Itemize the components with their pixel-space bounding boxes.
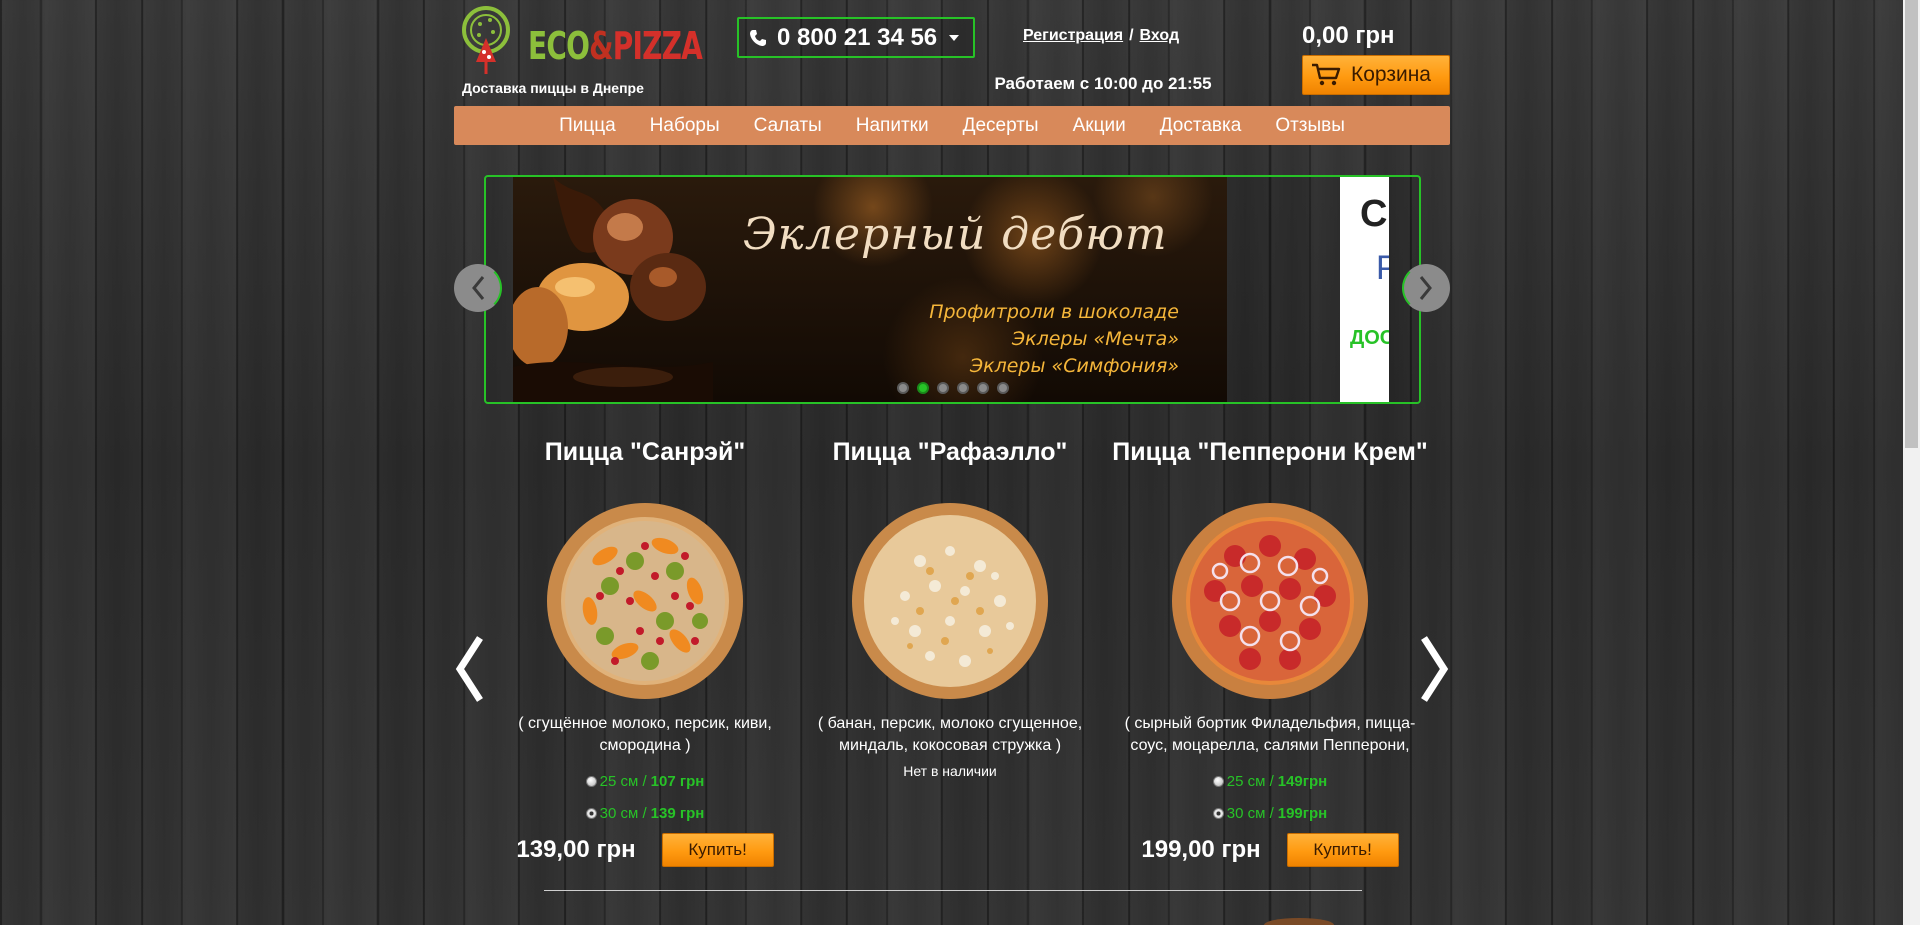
product-title[interactable]: Пицца "Пепперони Крем"	[1110, 438, 1430, 467]
buy-row: 139,00 грн Купить!	[485, 833, 805, 867]
cart-icon	[1312, 63, 1341, 86]
product-card: Пицца "Пепперони Крем" ( сырный бортик Ф…	[1110, 438, 1430, 867]
next-product-image-peek	[1264, 918, 1334, 925]
working-hours: Работаем с 10:00 до 21:55	[994, 74, 1212, 93]
page-container: ECO&PIZZA Доставка пиццы в Днепре 0 800 …	[454, 0, 1450, 925]
out-of-stock-label: Нет в наличии	[903, 763, 997, 779]
login-link[interactable]: Вход	[1140, 27, 1180, 44]
slider-dot[interactable]	[897, 382, 909, 394]
size-radio[interactable]	[585, 775, 597, 787]
slider-dot[interactable]	[957, 382, 969, 394]
section-divider	[544, 890, 1362, 891]
next-slide-text: Р	[1376, 249, 1389, 287]
size-price: 139 грн	[650, 804, 705, 822]
slide-text: Профитроли в шоколаде Эклеры «Мечта» Экл…	[929, 299, 1179, 380]
chevron-down-icon	[949, 34, 960, 41]
product-title[interactable]: Пицца "Санрэй"	[485, 438, 805, 467]
tagline: Доставка пиццы в Днепре	[462, 80, 644, 96]
auth-links: Регистрация / Вход	[1023, 27, 1179, 45]
size-radio-checked[interactable]	[585, 807, 597, 819]
buy-button[interactable]: Купить!	[661, 833, 774, 867]
slider-dot[interactable]	[937, 382, 949, 394]
pizza-image[interactable]	[850, 501, 1050, 701]
slider-dot-active[interactable]	[917, 382, 929, 394]
slide-line: Эклеры «Симфония»	[969, 355, 1179, 377]
nav-item-drinks[interactable]: Напитки	[839, 115, 946, 137]
logo[interactable]: ECO&PIZZA	[458, 4, 703, 80]
phone-dropdown[interactable]: 0 800 21 34 56	[737, 17, 975, 58]
size-price: 199грн	[1277, 804, 1328, 822]
slider-dot[interactable]	[997, 382, 1009, 394]
product-description: ( сгущённое молоко, персик, киви, смород…	[518, 715, 772, 754]
size-option[interactable]: 30 см / 139 грн	[485, 797, 805, 829]
slide-next-preview[interactable]: СП Р ДОС	[1340, 177, 1389, 402]
slide-line: Профитроли в шоколаде	[929, 301, 1179, 323]
product-card: Пицца "Санрэй" (сгущённое молоко, перси…	[485, 438, 805, 867]
size-option[interactable]: 25 см / 107 грн	[485, 765, 805, 797]
chevron-left-icon	[472, 276, 485, 300]
main-nav: Пицца Наборы Салаты Напитки Десерты Акци…	[454, 106, 1450, 145]
buy-button[interactable]: Купить!	[1286, 833, 1399, 867]
product-description: ( банан, персик, молоко сгущенное, минда…	[817, 715, 1083, 754]
logo-pizza-icon	[462, 6, 510, 74]
buy-row: 199,00 грн Купить!	[1110, 833, 1430, 867]
size-price: 107 грн	[650, 772, 705, 790]
slide-line: Эклеры «Мечта»	[1011, 328, 1179, 350]
next-slide-text: СП	[1360, 193, 1389, 235]
nav-item-delivery[interactable]: Доставка	[1143, 115, 1259, 137]
logo-amp: &	[589, 24, 613, 68]
slider-prev-button[interactable]	[454, 264, 502, 312]
cart-button[interactable]: Корзина	[1302, 55, 1450, 95]
size-options: 25 см / 107 грн 30 см / 139 грн	[485, 765, 805, 829]
cart-label: Корзина	[1351, 63, 1431, 86]
size-radio-checked[interactable]	[1212, 807, 1224, 819]
nav-item-sets[interactable]: Наборы	[633, 115, 737, 137]
nav-item-reviews[interactable]: Отзывы	[1258, 115, 1362, 137]
slide-title: Эклерный дебют	[743, 209, 1168, 260]
auth-separator: /	[1129, 27, 1134, 44]
next-slide-text: ДОС	[1350, 327, 1389, 349]
size-label: 25 см /	[599, 772, 647, 790]
register-link[interactable]: Регистрация	[1023, 27, 1123, 44]
pizza-image[interactable]	[1170, 501, 1370, 701]
chevron-right-icon	[1419, 276, 1432, 300]
eclair-image	[513, 177, 713, 402]
product-title[interactable]: Пицца "Рафаэлло"	[790, 438, 1110, 467]
product-description: ( сырный бортик Филадельфия, пицца-соус,…	[1124, 715, 1416, 754]
phone-icon	[750, 29, 766, 46]
logo-text: ECO&PIZZA	[528, 24, 703, 68]
product-card: Пицца "Рафаэлло" ( банан, персик, молоко…	[790, 438, 1110, 779]
slide-eclair-debut[interactable]: Эклерный дебют Профитроли в шоколаде Экл…	[513, 177, 1227, 402]
slider-dot[interactable]	[977, 382, 989, 394]
logo-pizza: PIZZA	[612, 24, 703, 68]
nav-item-promos[interactable]: Акции	[1056, 115, 1143, 137]
slider-next-button[interactable]	[1402, 264, 1450, 312]
phone-number: 0 800 21 34 56	[777, 23, 938, 51]
nav-item-salads[interactable]: Салаты	[737, 115, 839, 137]
nav-item-pizza[interactable]: Пицца	[542, 115, 633, 137]
page-scrollbar[interactable]	[1903, 0, 1920, 925]
size-label: 25 см /	[1226, 772, 1274, 790]
product-price: 139,00 грн	[516, 836, 636, 863]
slider-dots	[897, 382, 1009, 394]
size-label: 30 см /	[599, 804, 647, 822]
nav-item-desserts[interactable]: Десерты	[946, 115, 1056, 137]
cart-total: 0,00 грн	[1302, 22, 1395, 49]
logo-eco: ECO	[528, 24, 590, 68]
size-options: 25 см / 149грн 30 см / 199грн	[1110, 765, 1430, 829]
product-price: 199,00 грн	[1141, 836, 1261, 863]
pizza-image[interactable]	[545, 501, 745, 701]
size-price: 149грн	[1277, 772, 1328, 790]
scrollbar-thumb[interactable]	[1905, 0, 1918, 448]
size-label: 30 см /	[1226, 804, 1274, 822]
size-option[interactable]: 30 см / 199грн	[1110, 797, 1430, 829]
size-option[interactable]: 25 см / 149грн	[1110, 765, 1430, 797]
size-radio[interactable]	[1212, 775, 1224, 787]
products-prev-button[interactable]	[454, 636, 484, 702]
